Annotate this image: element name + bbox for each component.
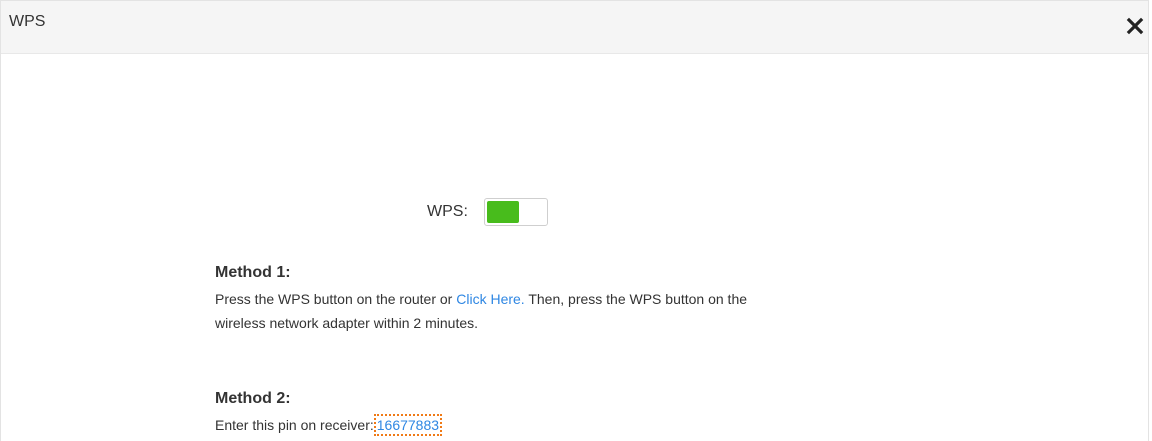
- method-1-text-line2: wireless network adapter within 2 minute…: [215, 315, 479, 331]
- method-2-section: Method 2: Enter this pin on receiver: 166…: [215, 389, 975, 437]
- click-here-link[interactable]: Click Here.: [456, 291, 524, 307]
- method-1-text: Press the WPS button on the router or Cl…: [215, 287, 975, 335]
- method-1-section: Method 1: Press the WPS button on the ro…: [215, 263, 975, 335]
- wps-label: WPS:: [427, 203, 468, 220]
- method-1-text-before: Press the WPS button on the router or: [215, 291, 457, 307]
- wps-dialog: WPS WPS: Method 1: Press the WPS button …: [0, 0, 1149, 441]
- method-2-instruction: Enter this pin on receiver:: [215, 417, 374, 433]
- wps-toggle-row: WPS:: [427, 197, 548, 227]
- dialog-title: WPS: [9, 13, 46, 30]
- dialog-titlebar: WPS: [1, 1, 1148, 54]
- method-2-title: Method 2:: [215, 390, 291, 407]
- method-1-text-after: Then, press the WPS button on the: [524, 291, 748, 307]
- wps-pin-value[interactable]: 16677883: [373, 414, 443, 436]
- wps-toggle-on-indicator: [486, 201, 519, 223]
- method-2-text: Enter this pin on receiver: 16677883: [215, 413, 975, 437]
- method-1-title: Method 1:: [215, 264, 291, 281]
- close-icon[interactable]: [1124, 15, 1146, 37]
- wps-toggle[interactable]: [483, 198, 548, 226]
